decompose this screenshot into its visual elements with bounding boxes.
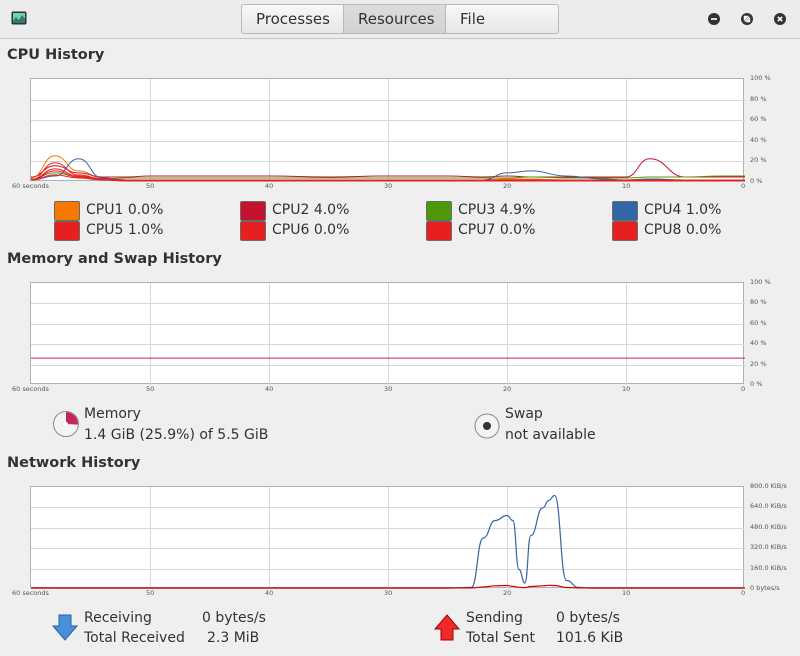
cpu6-label: CPU6 [272, 222, 310, 238]
y-tick-label: 0 % [750, 177, 763, 185]
x-tick-label: 60 seconds [12, 589, 49, 597]
cpu3-color-swatch[interactable] [426, 201, 452, 221]
x-tick-label: 20 [503, 182, 512, 190]
memory-graph-svg [31, 283, 745, 385]
cpu-history-title: CPU History [7, 47, 105, 63]
tab-resources[interactable]: Resources [344, 5, 446, 33]
x-tick-label: 40 [265, 385, 274, 393]
x-tick-label: 60 seconds [12, 385, 49, 393]
x-tick-label: 30 [384, 589, 393, 597]
header-bar: Processes Resources File Systems [0, 0, 800, 39]
cpu2-value: 4.0% [313, 202, 350, 218]
cpu3-value: 4.9% [499, 202, 536, 218]
total-received-value: 2.3 MiB [207, 630, 260, 646]
y-tick-label: 640.0 KiB/s [750, 502, 787, 511]
cpu5-value: 1.0% [127, 222, 164, 238]
cpu1-label: CPU1 [86, 202, 124, 218]
y-tick-label: 40 % [750, 135, 767, 144]
x-tick-label: 0 [741, 182, 746, 190]
y-tick-label: 800.0 KiB/s [750, 482, 787, 490]
memory-pie-icon[interactable] [52, 410, 80, 438]
memory-history-title: Memory and Swap History [7, 251, 222, 267]
y-tick-label: 100 % [750, 278, 771, 286]
memory-value: 1.4 GiB (25.9%) of 5.5 GiB [84, 427, 269, 443]
cpu3-label: CPU3 [458, 202, 496, 218]
cpu6-value: 0.0% [313, 222, 350, 238]
close-icon[interactable] [774, 13, 786, 25]
y-tick-label: 60 % [750, 115, 767, 124]
y-tick-label: 0 % [750, 380, 763, 388]
minimize-icon[interactable] [708, 13, 720, 25]
total-sent-value: 101.6 KiB [556, 630, 624, 646]
swap-pie-icon[interactable] [474, 413, 500, 439]
network-history-title: Network History [7, 455, 141, 471]
memory-pie-slice [66, 412, 78, 425]
maximize-icon[interactable] [741, 13, 753, 25]
x-tick-label: 60 seconds [12, 182, 49, 190]
y-tick-label: 160.0 KiB/s [750, 563, 787, 572]
memory-graph [30, 282, 745, 385]
x-tick-label: 0 [741, 589, 746, 597]
receiving-arrow-icon[interactable] [52, 614, 78, 642]
receiving-label: Receiving [84, 610, 152, 626]
cpu-graph [30, 78, 745, 182]
x-tick-label: 50 [146, 182, 155, 190]
x-tick-label: 20 [503, 589, 512, 597]
cpu1-color-swatch[interactable] [54, 201, 80, 221]
cpu-graph-svg [31, 79, 745, 182]
view-switcher: Processes Resources File Systems [241, 4, 559, 34]
x-tick-label: 50 [146, 385, 155, 393]
cpu2-color-swatch[interactable] [240, 201, 266, 221]
cpu4-color-swatch[interactable] [612, 201, 638, 221]
y-tick-label: 40 % [750, 339, 767, 348]
cpu5-color-swatch[interactable] [54, 221, 80, 241]
receiving-value: 0 bytes/s [202, 610, 266, 626]
cpu5-label: CPU5 [86, 222, 124, 238]
y-tick-label: 20 % [750, 156, 767, 165]
cpu1-value: 0.0% [127, 202, 164, 218]
sending-label: Sending [466, 610, 523, 626]
system-monitor-icon [11, 11, 27, 25]
x-tick-label: 40 [265, 182, 274, 190]
cpu8-label: CPU8 [644, 222, 682, 238]
network-graph [30, 486, 745, 589]
total-received-label: Total Received [84, 630, 185, 646]
x-tick-label: 50 [146, 589, 155, 597]
y-tick-label: 320.0 KiB/s [750, 543, 787, 552]
cpu4-value: 1.0% [685, 202, 722, 218]
network-graph-svg [31, 487, 745, 589]
cpu8-color-swatch[interactable] [612, 221, 638, 241]
y-tick-label: 60 % [750, 318, 767, 327]
y-tick-label: 80 % [750, 94, 767, 103]
x-tick-label: 10 [622, 589, 631, 597]
y-tick-label: 80 % [750, 298, 767, 307]
cpu2-label: CPU2 [272, 202, 310, 218]
y-tick-label: 100 % [750, 74, 771, 82]
cpu7-value: 0.0% [499, 222, 536, 238]
sending-value: 0 bytes/s [556, 610, 620, 626]
y-tick-label: 480.0 KiB/s [750, 522, 787, 531]
cpu8-value: 0.0% [685, 222, 722, 238]
swap-value: not available [505, 427, 596, 443]
x-tick-label: 10 [622, 182, 631, 190]
tab-file-systems[interactable]: File Systems [446, 5, 558, 33]
x-tick-label: 20 [503, 385, 512, 393]
cpu6-color-swatch[interactable] [240, 221, 266, 241]
cpu7-color-swatch[interactable] [426, 221, 452, 241]
memory-label: Memory [84, 406, 141, 422]
tab-processes[interactable]: Processes [242, 5, 344, 33]
swap-label: Swap [505, 406, 543, 422]
x-tick-label: 40 [265, 589, 274, 597]
sending-arrow-icon[interactable] [434, 614, 460, 642]
x-tick-label: 30 [384, 385, 393, 393]
x-tick-label: 10 [622, 385, 631, 393]
total-sent-label: Total Sent [466, 630, 536, 646]
x-tick-label: 0 [741, 385, 746, 393]
cpu4-label: CPU4 [644, 202, 682, 218]
x-tick-label: 30 [384, 182, 393, 190]
y-tick-label: 20 % [750, 359, 767, 368]
cpu7-label: CPU7 [458, 222, 496, 238]
y-tick-label: 0 bytes/s [750, 584, 780, 592]
